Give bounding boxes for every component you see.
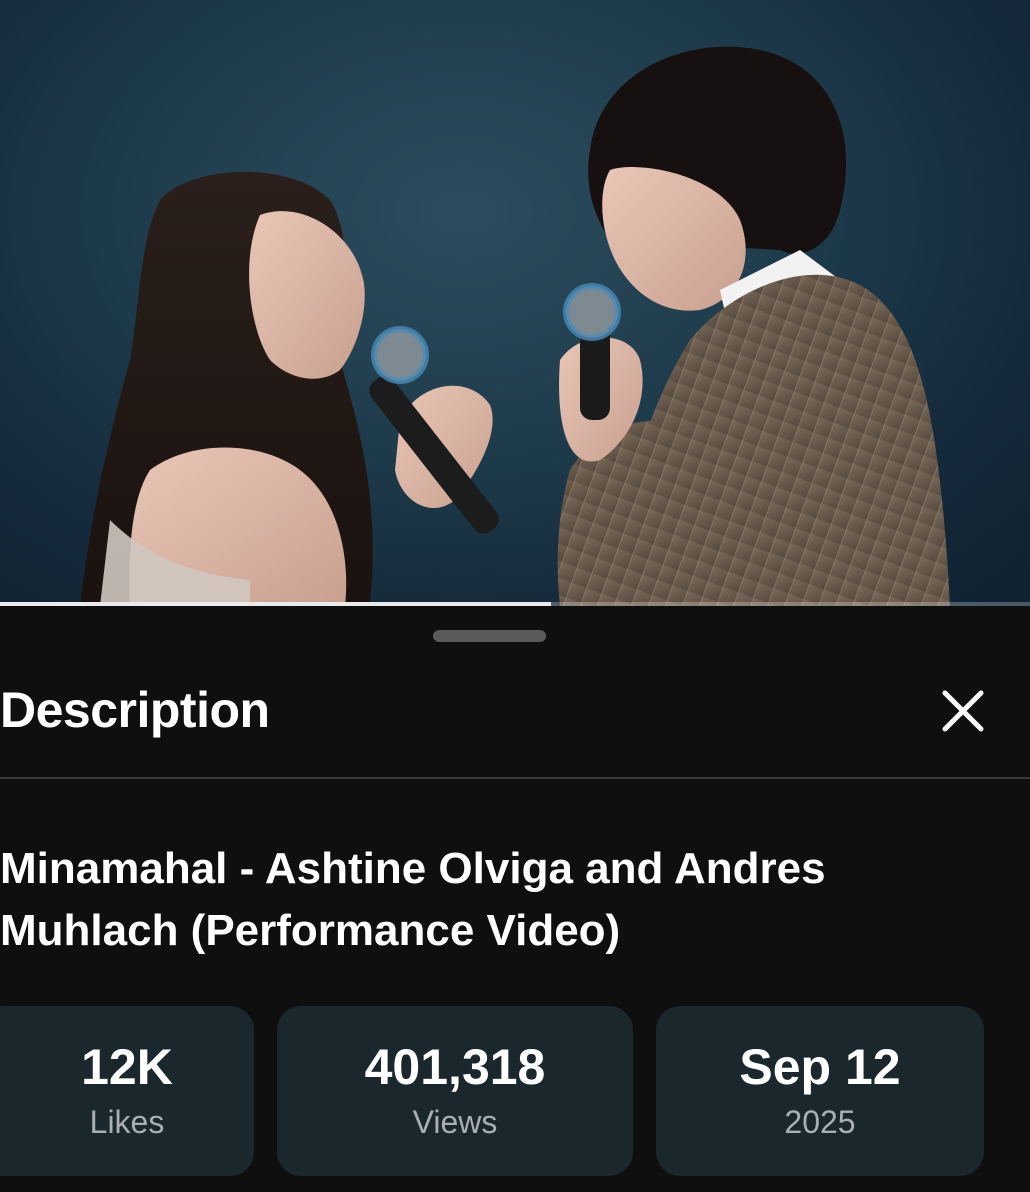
views-stat: 401,318 Views xyxy=(277,1006,633,1176)
likes-stat: 12K Likes xyxy=(0,1006,254,1176)
close-button[interactable] xyxy=(932,680,994,742)
description-sheet: Description Minamahal - Ashtine Olviga a… xyxy=(0,606,1030,1192)
likes-count: 12K xyxy=(81,1039,173,1095)
description-heading: Description xyxy=(0,682,270,738)
upload-date: Sep 12 xyxy=(739,1039,901,1095)
views-label: Views xyxy=(412,1104,498,1140)
video-title: Minamahal - Ashtine Olviga and Andres Mu… xyxy=(0,844,826,955)
upload-year: 2025 xyxy=(784,1104,856,1140)
video-player[interactable] xyxy=(0,0,1030,606)
drag-handle[interactable] xyxy=(433,630,546,642)
likes-label: Likes xyxy=(89,1104,165,1140)
divider xyxy=(0,777,1030,779)
close-icon xyxy=(942,690,984,732)
views-count: 401,318 xyxy=(364,1039,546,1095)
upload-date-stat: Sep 12 2025 xyxy=(656,1006,984,1176)
video-frame-image xyxy=(80,46,950,606)
